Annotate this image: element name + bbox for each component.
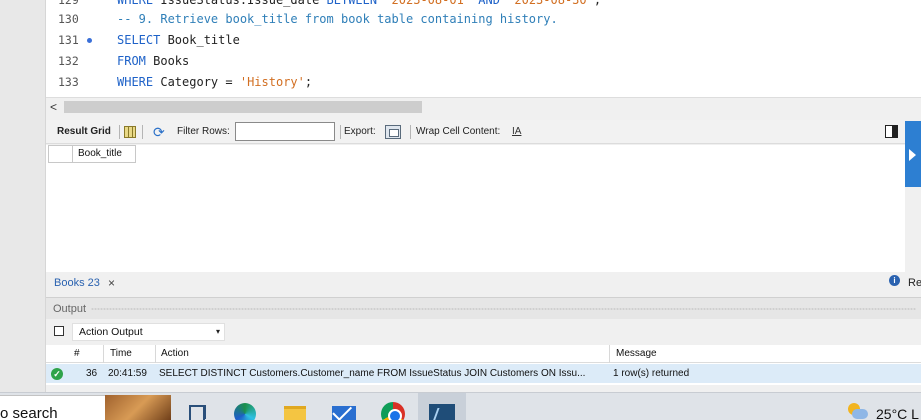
sql-token: Books xyxy=(153,54,190,68)
code-line[interactable]: 130 -- 9. Retrieve book_title from book t… xyxy=(46,9,921,30)
toolbar-divider xyxy=(142,125,143,139)
column-divider[interactable] xyxy=(103,345,104,363)
copy-icon[interactable] xyxy=(54,323,69,336)
info-icon[interactable]: i xyxy=(889,275,900,286)
filter-rows-label: Filter Rows: xyxy=(177,126,230,137)
scrollbar-thumb[interactable] xyxy=(64,101,422,113)
statement-marker-icon xyxy=(87,38,92,43)
sql-string: '2023-08-01' xyxy=(384,0,479,7)
sql-keyword: FROM xyxy=(117,54,154,68)
code-text[interactable]: WHERE Category = 'History'; xyxy=(117,72,312,93)
sql-token: ; xyxy=(304,75,313,89)
sql-keyword: WHERE xyxy=(117,0,161,7)
header-message[interactable]: Message xyxy=(616,345,657,363)
output-toolbar: Action Output ▾ xyxy=(46,319,921,345)
refresh-icon[interactable]: ⟳ xyxy=(153,124,165,140)
line-number: 133 xyxy=(58,75,79,89)
grid-column-header[interactable]: Book_title xyxy=(73,145,136,163)
action-output-table: # Time Action Message ✓ 36 20:41:59 SELE… xyxy=(46,345,921,385)
result-grid[interactable]: Book_title xyxy=(46,145,905,272)
sql-keyword: BETWEEN xyxy=(326,0,385,7)
read-only-label: Re xyxy=(908,277,921,289)
result-grid-toolbar: Result Grid ⟳ Filter Rows: Export: Wrap … xyxy=(46,120,905,144)
code-text[interactable]: -- 9. Retrieve book_title from book tabl… xyxy=(117,9,558,30)
wrap-cell-content-label: Wrap Cell Content: xyxy=(416,126,501,137)
output-panel-header: Output xyxy=(46,297,921,319)
code-text[interactable]: SELECT Book_title xyxy=(117,30,240,51)
result-grid-label[interactable]: Result Grid xyxy=(57,120,111,144)
success-check-icon: ✓ xyxy=(51,368,63,380)
left-gutter-panel xyxy=(0,0,46,392)
action-output-header-row: # Time Action Message xyxy=(46,345,921,363)
side-panel-expand-tab[interactable] xyxy=(905,121,921,187)
column-divider[interactable] xyxy=(609,345,610,363)
chrome-icon[interactable] xyxy=(380,397,406,420)
chevron-down-icon: ▾ xyxy=(215,327,220,336)
export-label: Export: xyxy=(344,126,376,137)
toolbar-divider xyxy=(119,125,120,139)
code-text[interactable]: FROM Books xyxy=(117,51,189,72)
file-explorer-icon[interactable] xyxy=(282,397,308,420)
workbench-window: 129 WHERE IssueStatus.Issue_date BETWEEN … xyxy=(0,0,921,420)
code-line[interactable]: 131 SELECT Book_title xyxy=(46,30,921,51)
weather-partly-sunny-icon[interactable] xyxy=(846,403,868,419)
export-icon[interactable] xyxy=(385,125,401,139)
output-type-value: Action Output xyxy=(79,326,143,338)
sql-token: Book_title xyxy=(167,33,240,47)
panel-drag-handle[interactable] xyxy=(91,308,916,310)
sql-token: ; xyxy=(593,0,602,7)
sql-token: Category = xyxy=(160,75,240,89)
grid-view-icon[interactable] xyxy=(124,126,136,138)
edge-browser-icon[interactable] xyxy=(232,397,258,420)
temperature-readout[interactable]: 25°C L xyxy=(876,405,919,420)
task-view-icon[interactable] xyxy=(186,397,212,420)
close-tab-icon[interactable]: × xyxy=(108,275,115,291)
sql-comment: -- 9. Retrieve book_title from book tabl… xyxy=(117,12,558,26)
windows-taskbar: o search 25°C L xyxy=(0,392,921,420)
toggle-side-panel-icon[interactable] xyxy=(885,125,898,138)
row-action: SELECT DISTINCT Customers.Customer_name … xyxy=(159,368,586,379)
photo-app-icon[interactable] xyxy=(105,395,171,420)
toolbar-divider xyxy=(340,125,341,139)
grid-row-header-corner[interactable] xyxy=(48,145,73,163)
toolbar-divider xyxy=(410,125,411,139)
editor-horizontal-scrollbar[interactable]: < xyxy=(46,97,921,116)
line-number: 131 xyxy=(58,33,79,47)
line-number: 132 xyxy=(58,54,79,68)
header-time[interactable]: Time xyxy=(110,345,132,363)
sql-string: 'History' xyxy=(239,75,305,89)
result-tab-bar: Books 23 × i Re xyxy=(46,272,921,294)
mysql-workbench-icon[interactable] xyxy=(428,397,455,420)
sql-keyword: SELECT xyxy=(117,33,168,47)
output-title: Output xyxy=(53,303,87,315)
line-number: 130 xyxy=(58,12,79,26)
row-message: 1 row(s) returned xyxy=(613,368,690,379)
output-type-select[interactable]: Action Output ▾ xyxy=(72,323,225,341)
table-row[interactable]: ✓ 36 20:41:59 SELECT DISTINCT Customers.… xyxy=(46,364,921,383)
tab-books-23[interactable]: Books 23 xyxy=(54,275,100,291)
mail-icon[interactable] xyxy=(330,397,356,420)
sql-editor[interactable]: 129 WHERE IssueStatus.Issue_date BETWEEN … xyxy=(46,0,921,97)
scroll-left-arrow-icon[interactable]: < xyxy=(50,99,57,115)
header-action[interactable]: Action xyxy=(161,345,189,363)
sql-token: IssueStatus.Issue_date xyxy=(160,0,327,7)
sql-keyword: WHERE xyxy=(117,75,161,89)
filter-rows-input[interactable] xyxy=(235,122,335,141)
header-num[interactable]: # xyxy=(74,345,80,363)
column-divider[interactable] xyxy=(155,345,156,363)
wrap-cell-content-icon[interactable]: IA xyxy=(512,123,521,141)
row-num: 36 xyxy=(86,368,98,379)
sql-string: '2023-08-30' xyxy=(507,0,594,7)
row-time: 20:41:59 xyxy=(108,368,147,379)
taskbar-search-placeholder[interactable]: o search xyxy=(0,405,58,420)
code-line[interactable]: 133 WHERE Category = 'History'; xyxy=(46,72,921,93)
sql-keyword: AND xyxy=(478,0,508,7)
code-line[interactable]: 132 FROM Books xyxy=(46,51,921,72)
